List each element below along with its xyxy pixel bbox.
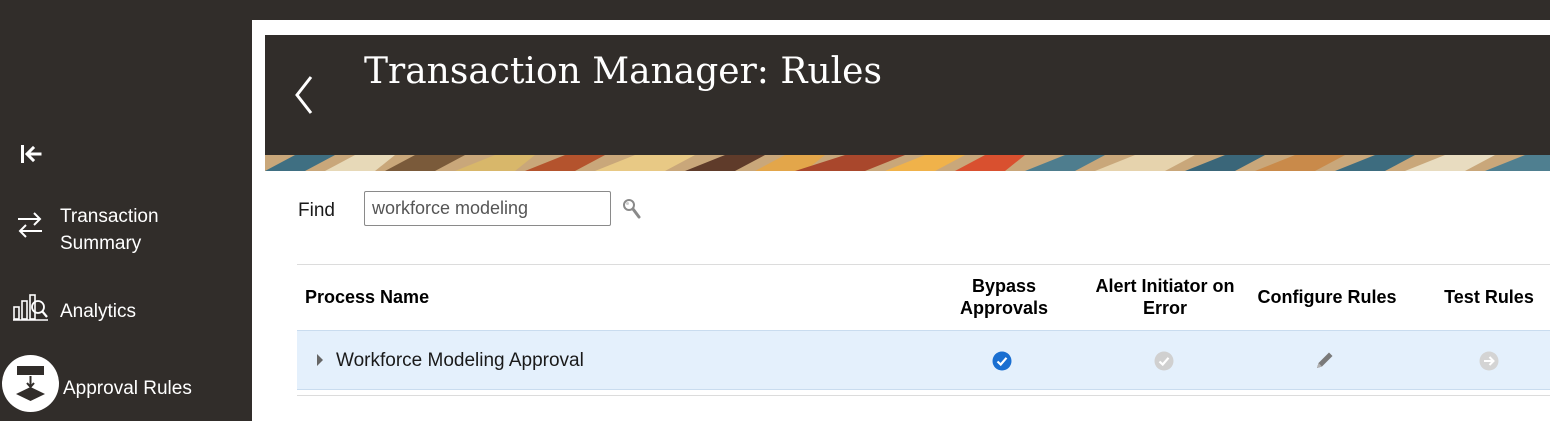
collapse-sidebar-button[interactable] [18,141,46,167]
page-header-banner: Transaction Manager: Rules [265,35,1550,171]
search-icon [623,199,641,219]
collapse-left-icon [21,145,42,163]
analytics-icon [12,291,50,328]
configure-rules-button[interactable] [1314,349,1336,376]
sidebar-item-transaction-summary[interactable]: Transaction Summary [0,204,252,260]
main-content: Transaction Manager: Rules Find workforc… [252,20,1550,421]
search-button[interactable] [622,198,642,222]
sidebar-item-label: Approval Rules [63,378,192,399]
sidebar-item-label: Analytics [60,301,137,322]
pencil-icon [1317,352,1333,368]
column-header-bypass-approvals[interactable]: Bypass Approvals [944,275,1064,319]
find-label: Find [298,200,335,221]
back-button[interactable] [289,71,319,121]
search-input[interactable] [364,191,611,226]
sidebar-item-analytics[interactable]: Analytics [0,290,252,330]
page-title: Transaction Manager: Rules [364,51,882,92]
test-rules-button[interactable] [1479,351,1499,376]
table-row[interactable]: Workforce Modeling Approval [297,330,1550,390]
swap-arrows-icon [14,209,46,246]
check-circle-icon [1154,351,1174,371]
caret-right-icon [317,354,323,366]
column-header-alert-initiator[interactable]: Alert Initiator on Error [1085,275,1245,319]
column-header-test-rules[interactable]: Test Rules [1429,286,1549,308]
divider [297,264,1550,265]
divider [297,395,1550,396]
decorative-banner-pattern [265,155,1550,171]
approval-rules-icon [2,355,59,412]
sidebar: Transaction Summary Analytics Approval R… [0,0,252,421]
arrow-right-circle-icon [1479,351,1499,371]
check-circle-icon [992,351,1012,371]
bypass-approvals-checkbox[interactable] [992,351,1012,376]
sidebar-item-label: Transaction Summary [60,206,159,254]
chevron-left-icon [295,76,313,114]
column-header-process-name[interactable]: Process Name [305,286,429,308]
process-name-cell: Workforce Modeling Approval [336,350,584,371]
expand-row-button[interactable] [315,353,325,367]
sidebar-item-approval-rules[interactable]: Approval Rules [0,355,252,415]
column-header-configure-rules[interactable]: Configure Rules [1247,286,1407,308]
alert-initiator-checkbox[interactable] [1154,351,1174,376]
